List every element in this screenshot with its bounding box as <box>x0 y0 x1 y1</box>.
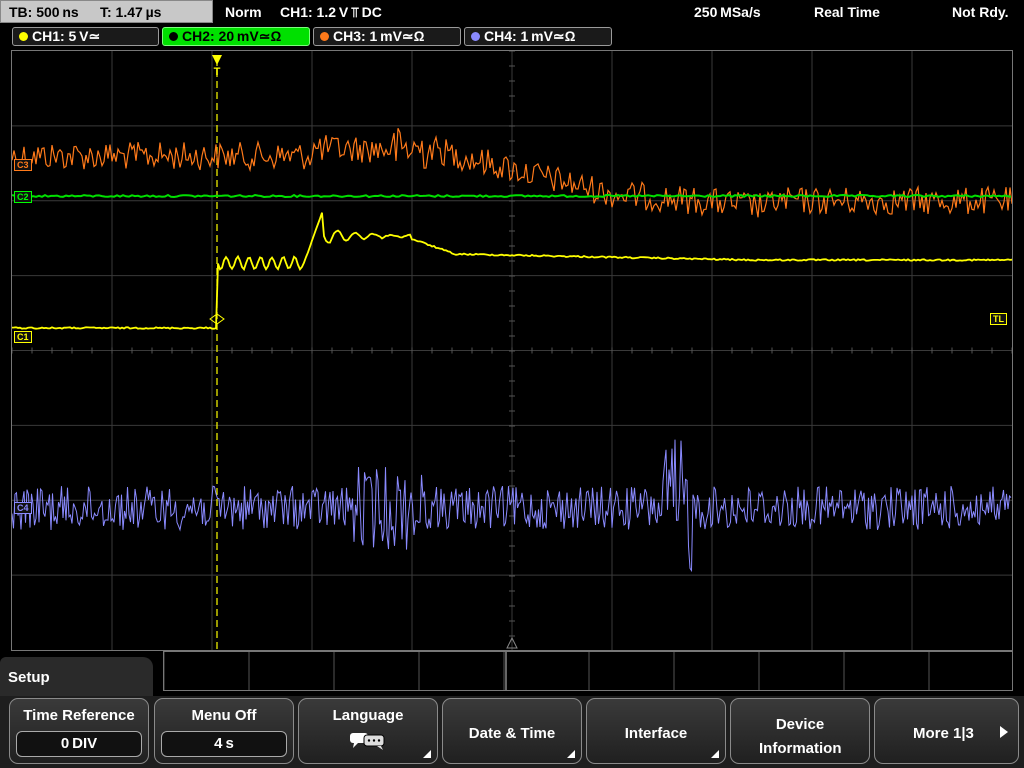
waveform-display[interactable]: T C3 C2 C1 C4 TL <box>11 50 1013 651</box>
ch4-dot-icon <box>471 32 480 41</box>
channel-4-label: CH4: 1 mV≃Ω <box>484 28 576 44</box>
menu-title-tab: Setup <box>0 657 153 697</box>
submenu-indicator-icon <box>423 750 431 758</box>
more-label: More 1|3 <box>913 725 974 742</box>
status-bar: TB: 500 ns T: 1.47 µs Norm CH1: 1.2 V ⫪ … <box>0 0 1024 25</box>
menu-title: Setup <box>8 669 50 686</box>
ch1-dot-icon <box>19 32 28 41</box>
channel-3-label: CH3: 1 mV≃Ω <box>333 28 425 44</box>
channel-2-label: CH2: 20 mV≃Ω <box>182 28 282 44</box>
c3-marker[interactable]: C3 <box>14 159 32 171</box>
channel-1-label: CH1: 5 V≃ <box>32 28 101 44</box>
channel-4-chip[interactable]: CH4: 1 mV≃Ω <box>464 27 612 46</box>
speech-bubbles-icon <box>350 733 385 750</box>
time-reference-value: 0 DIV <box>16 731 142 757</box>
interface-button[interactable]: Interface <box>586 698 726 764</box>
trigger-level-marker[interactable]: TL <box>990 313 1007 325</box>
interface-label: Interface <box>624 725 688 742</box>
more-button[interactable]: More 1|3 <box>874 698 1019 764</box>
time-reference-label: Time Reference <box>23 707 135 724</box>
ch3-dot-icon <box>320 32 329 41</box>
menu-off-value: 4 s <box>161 731 287 757</box>
submenu-indicator-icon <box>711 750 719 758</box>
channel-2-chip[interactable]: CH2: 20 mV≃Ω <box>162 27 310 46</box>
arrow-right-icon <box>1000 726 1008 738</box>
waveform-svg: T <box>12 51 1012 650</box>
acquisition-mode[interactable]: Real Time <box>814 4 880 20</box>
trigger-position-icon[interactable] <box>212 55 222 65</box>
c4-marker[interactable]: C4 <box>14 502 32 514</box>
language-button[interactable]: Language <box>298 698 438 764</box>
c2-marker[interactable]: C2 <box>14 191 32 203</box>
timebase-box[interactable]: TB: 500 ns T: 1.47 µs <box>0 0 213 23</box>
channel-bar: CH1: 5 V≃ CH2: 20 mV≃Ω CH3: 1 mV≃Ω CH4: … <box>0 25 1024 50</box>
submenu-indicator-icon <box>567 750 575 758</box>
channel-3-chip[interactable]: CH3: 1 mV≃Ω <box>313 27 461 46</box>
menu-off-label: Menu Off <box>191 707 257 724</box>
c1-marker[interactable]: C1 <box>14 331 32 343</box>
trigger-mode[interactable]: Norm <box>225 4 262 20</box>
channel-1-chip[interactable]: CH1: 5 V≃ <box>12 27 159 46</box>
timebase-readout: TB: 500 ns <box>9 4 79 20</box>
sample-rate: 250 MSa/s <box>694 4 761 20</box>
trigger-time-readout: T: 1.47 µs <box>100 4 162 20</box>
device-information-button[interactable]: Device Information <box>730 698 870 764</box>
device-information-label: Device Information <box>759 716 842 757</box>
date-time-label: Date & Time <box>468 725 556 742</box>
menu-off-button[interactable]: Menu Off 4 s <box>154 698 294 764</box>
trigger-t-icon: T <box>214 66 221 78</box>
language-label: Language <box>332 707 404 724</box>
zoom-ruler <box>163 651 1013 691</box>
softkey-bar: Time Reference 0 DIV Menu Off 4 s Langua… <box>0 696 1024 768</box>
ch2-dot-icon <box>169 32 178 41</box>
time-reference-button[interactable]: Time Reference 0 DIV <box>9 698 149 764</box>
trigger-info[interactable]: CH1: 1.2 V ⫪ DC <box>280 4 382 21</box>
acquisition-state: Not Rdy. <box>952 4 1009 20</box>
date-time-button[interactable]: Date & Time <box>442 698 582 764</box>
